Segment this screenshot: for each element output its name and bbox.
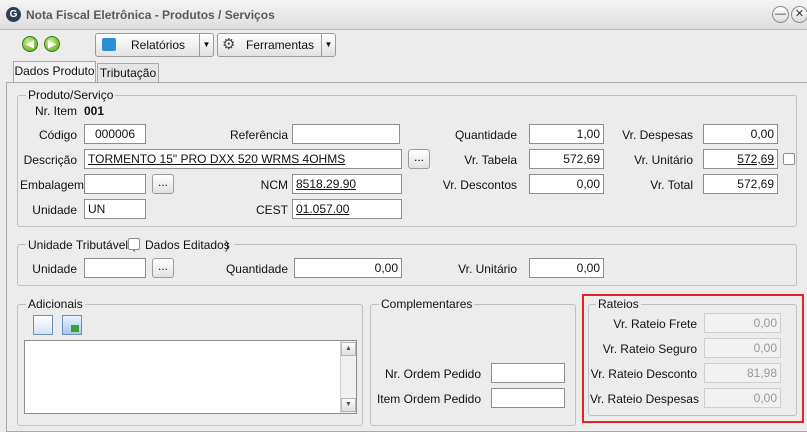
item-ordem-pedido-field[interactable] <box>491 388 565 408</box>
dados-editados-checkbox[interactable] <box>128 238 140 250</box>
cest-field[interactable]: 01.057.00 <box>292 199 402 219</box>
descricao-label: Descrição <box>23 153 77 167</box>
vr-tabela-field[interactable]: 572,69 <box>529 149 604 169</box>
vr-unitario-field[interactable]: 572,69 <box>703 149 778 169</box>
vr-total-field[interactable]: 572,69 <box>703 174 778 194</box>
cest-label: CEST <box>255 203 288 217</box>
unidade-tributavel-legend-text: Unidade Tributável ( <box>28 238 136 252</box>
quantidade-field[interactable]: 1,00 <box>529 124 604 144</box>
codigo-field[interactable]: 000006 <box>84 124 146 144</box>
codigo-label: Código <box>38 128 77 142</box>
scroll-down-icon[interactable]: ▼ <box>341 398 356 412</box>
vr-unitario-trib-field[interactable]: 0,00 <box>529 258 604 278</box>
ferramentas-button[interactable]: ⚙ Ferramentas ▼ <box>217 33 336 57</box>
vr-tabela-label: Vr. Tabela <box>464 153 517 167</box>
scroll-up-icon[interactable]: ▲ <box>341 342 356 356</box>
descricao-field[interactable]: TORMENTO 15" PRO DXX 520 WRMS 4OHMS <box>84 149 402 169</box>
quantidade-label: Quantidade <box>454 128 517 142</box>
adicionais-textarea[interactable] <box>24 340 357 414</box>
rateios-highlight-box <box>582 294 804 423</box>
vr-unitario-label: Vr. Unitário <box>634 153 693 167</box>
nr-item-value: 001 <box>84 104 105 118</box>
back-arrow-icon[interactable]: ◀ <box>22 36 38 52</box>
adicionais-legend: Adicionais <box>26 297 85 311</box>
complementares-legend: Complementares <box>379 297 475 311</box>
nr-item-label: Nr. Item <box>34 104 77 118</box>
copy-document-icon[interactable] <box>62 315 82 335</box>
ferramentas-label: Ferramentas <box>246 38 315 52</box>
unidade-field[interactable]: UN <box>84 199 146 219</box>
quantidade-trib-label: Quantidade <box>225 262 288 276</box>
new-document-icon[interactable] <box>33 315 53 335</box>
embalagem-field[interactable] <box>84 174 146 194</box>
embalagem-label: Embalagem <box>20 178 85 192</box>
app-logo-icon: G <box>6 7 21 22</box>
ncm-label: NCM <box>260 178 288 192</box>
vr-despesas-field[interactable]: 0,00 <box>703 124 778 144</box>
unidade-trib-field[interactable] <box>84 258 146 278</box>
printer-icon <box>102 38 116 51</box>
item-ordem-pedido-label: Item Ordem Pedido <box>376 392 481 406</box>
unidade-trib-lookup-button[interactable]: ... <box>152 258 174 278</box>
referencia-field[interactable] <box>292 124 400 144</box>
nr-ordem-pedido-label: Nr. Ordem Pedido <box>384 367 481 381</box>
vr-despesas-label: Vr. Despesas <box>622 128 693 142</box>
referencia-label: Referência <box>229 128 288 142</box>
chevron-down-icon[interactable]: ▼ <box>321 34 335 56</box>
produto-legend: Produto/Serviço <box>26 88 116 102</box>
close-icon[interactable]: ✕ <box>791 6 807 23</box>
unidade-label: Unidade <box>32 203 77 217</box>
nr-ordem-pedido-field[interactable] <box>491 363 565 383</box>
forward-arrow-icon[interactable]: ▶ <box>44 36 60 52</box>
ncm-field[interactable]: 8518.29.90 <box>292 174 402 194</box>
vr-unitario-checkbox[interactable] <box>783 153 795 165</box>
chevron-down-icon[interactable]: ▼ <box>199 34 213 56</box>
tab-tributacao[interactable]: Tributação <box>97 63 159 83</box>
vr-descontos-field[interactable]: 0,00 <box>529 174 604 194</box>
vr-unitario-trib-label: Vr. Unitário <box>458 262 517 276</box>
relatorios-label: Relatórios <box>131 38 186 52</box>
vr-total-label: Vr. Total <box>650 178 693 192</box>
restore-icon[interactable]: — <box>772 6 789 23</box>
descricao-lookup-button[interactable]: ... <box>408 149 430 169</box>
vr-descontos-label: Vr. Descontos <box>442 178 517 192</box>
unidade-trib-label: Unidade <box>32 262 77 276</box>
quantidade-trib-field[interactable]: 0,00 <box>294 258 402 278</box>
dados-editados-label: Dados Editados <box>145 238 230 252</box>
relatorios-button[interactable]: Relatórios ▼ <box>95 33 214 57</box>
window-title: Nota Fiscal Eletrônica - Produtos / Serv… <box>26 8 275 22</box>
embalagem-lookup-button[interactable]: ... <box>152 174 174 194</box>
gear-icon: ⚙ <box>222 36 236 53</box>
tab-dados-produto[interactable]: Dados Produto <box>13 61 96 83</box>
unidade-tributavel-legend-close: ) <box>225 238 229 252</box>
